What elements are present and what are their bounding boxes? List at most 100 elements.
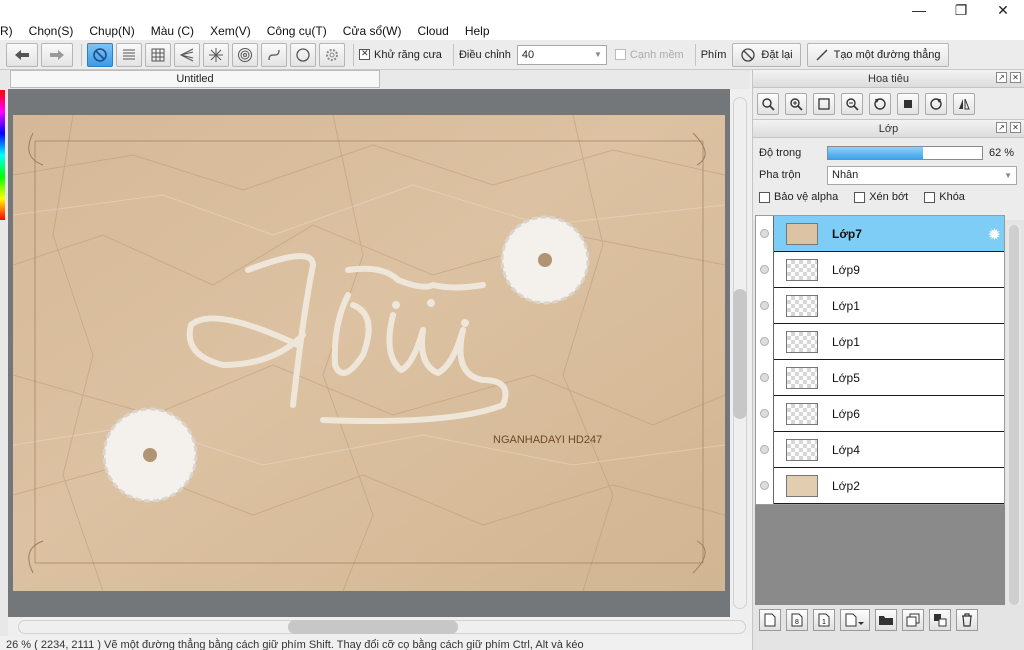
restore-button[interactable]: ❐ xyxy=(940,0,982,20)
visibility-toggle[interactable] xyxy=(756,359,774,396)
rotate-left-button[interactable] xyxy=(869,92,891,115)
lock-option[interactable]: Khóa xyxy=(924,191,965,203)
adjust-combo[interactable]: 40 ▼ xyxy=(516,44,607,65)
artwork-canvas[interactable]: NGANHADAYI HD247 xyxy=(13,115,725,591)
menu-item-tools[interactable]: Công cụ(T) xyxy=(259,22,335,40)
parallel-lines-button[interactable] xyxy=(116,42,142,67)
menu-item-color[interactable]: Màu (C) xyxy=(143,22,202,40)
zoom-actual-button[interactable] xyxy=(757,92,779,115)
layer-row[interactable]: Lớp2 xyxy=(756,467,1004,504)
new-layer-8bit-button[interactable]: 8 xyxy=(786,609,808,631)
visibility-toggle[interactable] xyxy=(756,323,774,360)
no-ruler-icon xyxy=(93,47,107,62)
canvas-vertical-scrollbar[interactable] xyxy=(730,89,750,617)
canvas-area[interactable]: NGANHADAYI HD247 xyxy=(8,89,730,617)
lock-checkbox[interactable] xyxy=(924,191,936,203)
fit-window-button[interactable] xyxy=(813,92,835,115)
menu-item-layer[interactable]: R) xyxy=(0,22,21,40)
layers-detach-button[interactable]: ↗ xyxy=(996,122,1007,133)
layer-row[interactable]: Lớp1 xyxy=(756,287,1004,324)
layer-list[interactable]: Lớp7 ✹ Lớp9 Lớp1 Lớp1 Lớp5 Lớp6 Lớp4 Lớp2 xyxy=(755,215,1005,505)
redo-button[interactable] xyxy=(41,42,73,67)
layer-row[interactable]: Lớp6 xyxy=(756,395,1004,432)
menu-item-select[interactable]: Chọn(S) xyxy=(21,22,82,40)
navigator-toolbar xyxy=(753,88,1024,120)
visibility-toggle[interactable] xyxy=(756,395,774,432)
soft-edge-label: Cạnh mềm xyxy=(629,48,684,61)
symmetry-button[interactable] xyxy=(319,42,345,67)
delete-layer-button[interactable] xyxy=(956,609,978,631)
new-folder-button[interactable] xyxy=(875,609,897,631)
reset-button[interactable]: Đặt lại xyxy=(732,42,801,67)
layer-row[interactable]: Lớp1 xyxy=(756,323,1004,360)
reset-view-button[interactable] xyxy=(897,92,919,115)
antialias-checkbox[interactable] xyxy=(359,48,370,60)
layer-row[interactable]: Lớp7 ✹ xyxy=(756,215,1004,252)
horizontal-scroll-thumb[interactable] xyxy=(288,620,458,634)
vertical-scroll-thumb[interactable] xyxy=(733,289,747,419)
ellipse-button[interactable] xyxy=(290,42,316,67)
visibility-toggle[interactable] xyxy=(756,431,774,468)
layer-row[interactable]: Lớp9 xyxy=(756,251,1004,288)
artwork-signature: NGANHADAYI HD247 xyxy=(493,434,602,446)
layer-scroll-thumb[interactable] xyxy=(1009,225,1019,605)
clipping-option[interactable]: Xén bớt xyxy=(854,191,908,203)
merge-down-button[interactable] xyxy=(929,609,951,631)
layer-row[interactable]: Lớp4 xyxy=(756,431,1004,468)
flip-horizontal-button[interactable] xyxy=(953,92,975,115)
visibility-toggle[interactable] xyxy=(756,287,774,324)
menu-item-window[interactable]: Cửa sổ(W) xyxy=(335,22,410,40)
blend-mode-select[interactable]: Nhân ▼ xyxy=(827,165,1017,185)
layer-thumbnail xyxy=(786,402,818,425)
soft-edge-checkbox[interactable] xyxy=(614,49,626,60)
document-tab-bar: Untitled xyxy=(8,70,750,89)
navigator-detach-button[interactable]: ↗ xyxy=(996,72,1007,83)
create-line-button[interactable]: Tạo một đường thẳng xyxy=(806,42,949,67)
radial-lines-button[interactable] xyxy=(203,42,229,67)
visibility-toggle[interactable] xyxy=(756,215,774,252)
ruler-off-button[interactable] xyxy=(87,42,113,67)
trash-icon xyxy=(962,613,972,627)
undo-button[interactable] xyxy=(6,42,38,67)
undo-icon xyxy=(15,49,29,60)
duplicate-layer-button[interactable] xyxy=(902,609,924,631)
flip-icon xyxy=(959,98,970,109)
navigator-close-button[interactable]: ✕ xyxy=(1010,72,1021,83)
protect-alpha-option[interactable]: Bảo vệ alpha xyxy=(759,191,838,203)
canvas-horizontal-scrollbar[interactable] xyxy=(8,617,750,637)
soft-edge-option[interactable]: Cạnh mềm xyxy=(614,48,684,61)
layer-settings-gear-icon[interactable]: ✹ xyxy=(988,225,1001,245)
perspective-button[interactable] xyxy=(174,42,200,67)
new-layer-1bit-button[interactable]: 1 xyxy=(813,609,835,631)
layer-row[interactable]: Lớp5 xyxy=(756,359,1004,396)
menu-bar: R) Chọn(S) Chụp(N) Màu (C) Xem(V) Công c… xyxy=(0,0,1024,40)
curve-button[interactable] xyxy=(261,42,287,67)
layer-list-scrollbar[interactable] xyxy=(1007,225,1021,605)
color-wheel-slice[interactable] xyxy=(0,90,5,220)
clipping-checkbox[interactable] xyxy=(854,191,866,203)
opacity-label: Độ trong xyxy=(759,147,802,159)
antialias-option[interactable]: Khử răng cưa xyxy=(359,48,442,61)
visibility-toggle[interactable] xyxy=(756,467,774,504)
protect-alpha-checkbox[interactable] xyxy=(759,191,770,203)
menu-item-view[interactable]: Xem(V) xyxy=(202,22,259,40)
adjust-value: 40 xyxy=(521,48,535,61)
zoom-in-button[interactable] xyxy=(785,92,807,115)
menu-item-help[interactable]: Help xyxy=(457,22,498,40)
minimize-button[interactable]: — xyxy=(898,0,940,20)
new-raster-layer-button[interactable] xyxy=(759,609,781,631)
layers-close-button[interactable]: ✕ xyxy=(1010,122,1021,133)
new-8bit-layer-icon: 8 xyxy=(791,613,803,627)
opacity-slider[interactable] xyxy=(827,146,983,160)
visibility-toggle[interactable] xyxy=(756,251,774,288)
concentric-button[interactable] xyxy=(232,42,258,67)
add-layer-menu-button[interactable] xyxy=(840,609,870,631)
zoom-out-button[interactable] xyxy=(841,92,863,115)
menu-item-capture[interactable]: Chụp(N) xyxy=(81,22,142,40)
layer-thumbnail xyxy=(786,258,818,281)
rotate-right-button[interactable] xyxy=(925,92,947,115)
document-tab[interactable]: Untitled xyxy=(10,70,380,88)
grid-ruler-button[interactable] xyxy=(145,42,171,67)
close-button[interactable]: ✕ xyxy=(982,0,1024,20)
menu-item-cloud[interactable]: Cloud xyxy=(409,22,456,40)
